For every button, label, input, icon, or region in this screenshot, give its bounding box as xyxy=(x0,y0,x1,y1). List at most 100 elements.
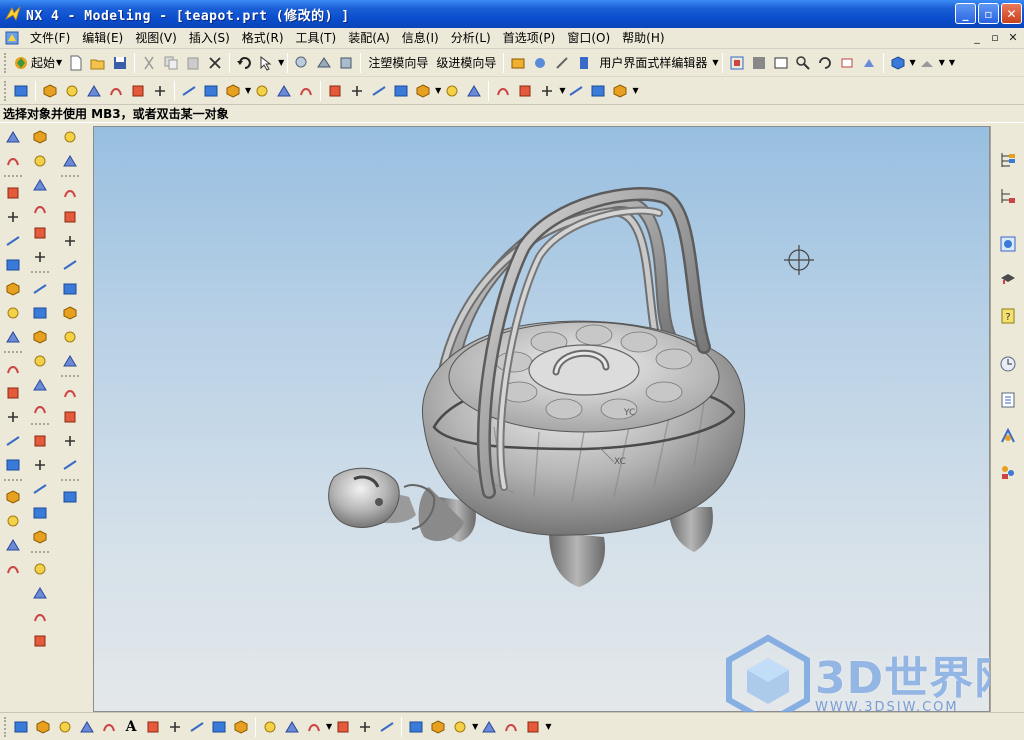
constraint-button[interactable] xyxy=(2,454,24,476)
offset-curve-button[interactable] xyxy=(2,230,24,252)
menu-edit[interactable]: 编辑(E) xyxy=(76,29,129,48)
feature-op-button[interactable] xyxy=(59,150,81,172)
enlarge-button[interactable] xyxy=(29,374,51,396)
trim-curve-button[interactable] xyxy=(377,717,397,737)
wrap-button[interactable] xyxy=(59,454,81,476)
doc-close-button[interactable]: ✕ xyxy=(1006,31,1020,45)
undo-button[interactable] xyxy=(234,53,254,73)
mirror-button[interactable] xyxy=(537,81,557,101)
doc-restore-button[interactable]: ▫ xyxy=(988,31,1002,45)
general-curve-button[interactable] xyxy=(77,717,97,737)
groove-button[interactable] xyxy=(325,81,345,101)
sphere-button[interactable] xyxy=(179,81,199,101)
menu-assemblies[interactable]: 装配(A) xyxy=(342,29,396,48)
document-icon[interactable] xyxy=(4,30,20,46)
toolbar-grip[interactable] xyxy=(4,52,8,73)
cut-button[interactable] xyxy=(139,53,159,73)
roles-tab[interactable] xyxy=(995,423,1021,449)
through-grid-button[interactable] xyxy=(29,150,51,172)
system-materials-tab[interactable] xyxy=(995,459,1021,485)
edge-blend-button[interactable] xyxy=(347,81,367,101)
mold-wizard-button[interactable]: 注塑模向导 xyxy=(364,54,432,71)
tool-select-button[interactable] xyxy=(2,534,24,556)
menu-preferences[interactable]: 首选项(P) xyxy=(497,29,562,48)
wrap-curve-button[interactable] xyxy=(428,717,448,737)
rotate-button[interactable] xyxy=(815,53,835,73)
helix-curve-button[interactable] xyxy=(304,717,324,737)
revolve-button[interactable] xyxy=(62,81,82,101)
bounded-plane-button[interactable] xyxy=(29,246,51,268)
global-shape-button[interactable] xyxy=(29,454,51,476)
arc-button[interactable] xyxy=(2,358,24,380)
law-curve-button[interactable] xyxy=(282,717,302,737)
line-button[interactable] xyxy=(2,326,24,348)
mold-button[interactable] xyxy=(314,53,334,73)
zoom-window-button[interactable] xyxy=(771,53,791,73)
snap-button[interactable] xyxy=(2,150,24,172)
reuse-library-tab[interactable] xyxy=(995,387,1021,413)
select-dropdown-icon[interactable]: ▼ xyxy=(278,58,284,67)
ellipse-button[interactable] xyxy=(231,717,251,737)
delete-button[interactable] xyxy=(205,53,225,73)
graphics-window[interactable]: YC XC xyxy=(93,126,990,712)
offset-face-button[interactable] xyxy=(29,350,51,372)
doc-minimize-button[interactable]: _ xyxy=(970,31,984,45)
solid-block-button[interactable] xyxy=(59,182,81,204)
bridge-button[interactable] xyxy=(2,278,24,300)
bridge-face-button[interactable] xyxy=(59,350,81,372)
menu-help[interactable]: 帮助(H) xyxy=(616,29,670,48)
fill-face-button[interactable] xyxy=(59,230,81,252)
text-tool-button[interactable]: A xyxy=(121,717,141,737)
polygon-button[interactable] xyxy=(209,717,229,737)
help-tab[interactable]: ? xyxy=(995,303,1021,329)
web-browser-tab[interactable] xyxy=(995,231,1021,257)
save-button[interactable] xyxy=(110,53,130,73)
flange-button[interactable] xyxy=(59,406,81,428)
menu-file[interactable]: 文件(F) xyxy=(24,29,76,48)
project-button[interactable] xyxy=(2,206,24,228)
chamfer-button[interactable] xyxy=(369,81,389,101)
tool-a-button[interactable] xyxy=(508,53,528,73)
view-orient-button[interactable] xyxy=(888,53,908,73)
datum-corner-button[interactable] xyxy=(165,717,185,737)
replace-face-button[interactable] xyxy=(59,430,81,452)
iso-curve-dropdown-icon[interactable]: ▼ xyxy=(472,722,478,731)
intersect-curve-dropdown-icon[interactable]: ▼ xyxy=(545,722,551,731)
draft-button[interactable] xyxy=(610,81,630,101)
spline-button[interactable] xyxy=(55,717,75,737)
subtract-button[interactable] xyxy=(464,81,484,101)
render-style-button[interactable] xyxy=(917,53,937,73)
sketch-button[interactable] xyxy=(11,81,31,101)
plus-point-button[interactable] xyxy=(143,717,163,737)
restore-button[interactable]: ▫ xyxy=(978,3,999,24)
unwrap-button[interactable] xyxy=(59,486,81,508)
hole-button[interactable] xyxy=(201,81,221,101)
select-button[interactable] xyxy=(256,53,276,73)
point-set-button[interactable] xyxy=(99,717,119,737)
intersect-button[interactable] xyxy=(493,81,513,101)
fillet-button[interactable] xyxy=(355,717,375,737)
render-style-dropdown-icon[interactable]: ▼ xyxy=(939,58,945,67)
fit-button[interactable] xyxy=(727,53,747,73)
circle-button[interactable] xyxy=(2,382,24,404)
menu-analysis[interactable]: 分析(L) xyxy=(445,29,497,48)
trim-dropdown-icon[interactable]: ▼ xyxy=(435,86,441,95)
menu-window[interactable]: 窗口(O) xyxy=(561,29,616,48)
pattern-button[interactable] xyxy=(515,81,535,101)
split-body-button[interactable] xyxy=(29,558,51,580)
quilt-button[interactable] xyxy=(29,430,51,452)
history-tab[interactable] xyxy=(995,267,1021,293)
assembly-navigator-tab[interactable] xyxy=(995,147,1021,173)
project-curve-button[interactable] xyxy=(479,717,499,737)
arc-curve-button[interactable] xyxy=(33,717,53,737)
block-button[interactable] xyxy=(106,81,126,101)
title-bar[interactable]: NX 4 - Modeling - [teapot.prt (修改的) ] _ … xyxy=(0,0,1024,28)
swept-surface-button[interactable] xyxy=(29,174,51,196)
through-curves-button[interactable] xyxy=(29,126,51,148)
mirror-dropdown-icon[interactable]: ▼ xyxy=(559,86,565,95)
shade-button[interactable] xyxy=(749,53,769,73)
unite-button[interactable] xyxy=(442,81,462,101)
pan-button[interactable] xyxy=(837,53,857,73)
boss-button[interactable] xyxy=(223,81,243,101)
patch-button[interactable] xyxy=(29,526,51,548)
